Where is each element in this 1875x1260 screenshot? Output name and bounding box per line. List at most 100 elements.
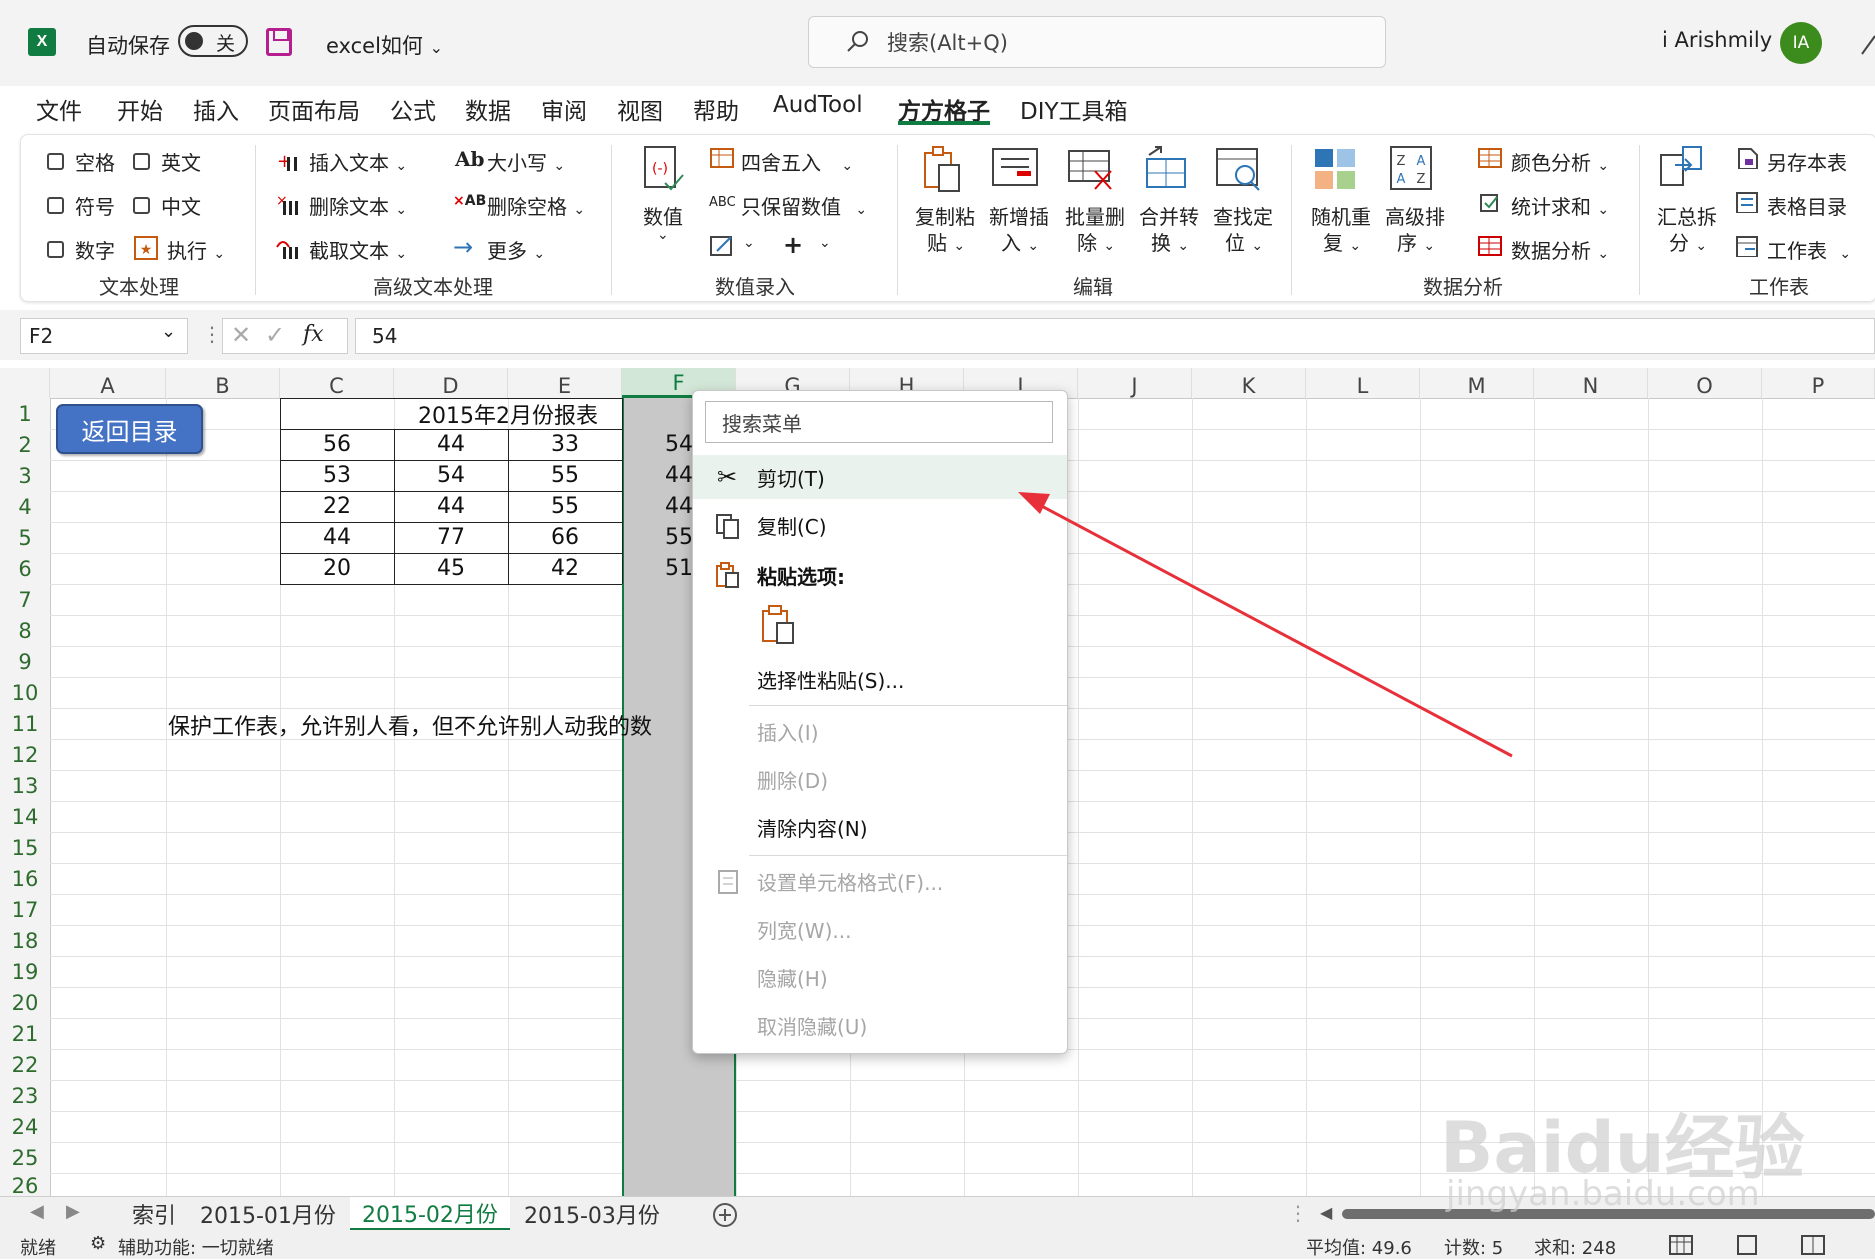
insert-function-icon[interactable]: fx <box>303 322 324 347</box>
row-header[interactable]: 16 <box>0 863 50 894</box>
enter-icon[interactable]: ✓ <box>265 321 285 349</box>
row-header[interactable]: 20 <box>0 987 50 1018</box>
checkbox-symbol[interactable] <box>47 197 64 214</box>
tab-audtool[interactable]: AudTool <box>773 92 863 118</box>
extract-text-button[interactable]: 截取文本 ⌄ <box>309 235 407 264</box>
row-header[interactable]: 14 <box>0 801 50 832</box>
remove-space-button[interactable]: 删除空格 ⌄ <box>487 191 585 220</box>
case-button[interactable]: 大小写 ⌄ <box>487 147 565 176</box>
page-layout-view-icon[interactable] <box>1734 1234 1760 1256</box>
round-button[interactable]: 四舍五入 ⌄ <box>741 147 853 176</box>
normal-view-icon[interactable] <box>1668 1234 1694 1256</box>
keep-values-button[interactable]: 只保留数值 ⌄ <box>741 191 867 220</box>
checkbox-english[interactable] <box>133 153 150 170</box>
sheet-tab-2015-03[interactable]: 2015-03月份 <box>524 1197 660 1231</box>
row-header[interactable]: 17 <box>0 894 50 925</box>
row-header[interactable]: 21 <box>0 1018 50 1049</box>
row-header[interactable]: 22 <box>0 1049 50 1080</box>
more-button[interactable]: 更多 ⌄ <box>487 235 545 264</box>
table-cell[interactable]: 55 <box>508 460 622 491</box>
col-header-a[interactable]: A <box>50 368 166 398</box>
tab-insert[interactable]: 插入 <box>193 92 239 126</box>
col-header-k[interactable]: K <box>1192 368 1306 398</box>
batch-delete-button[interactable]: 批量删 <box>1065 201 1125 230</box>
save-sheet-button[interactable]: 另存本表 <box>1767 147 1847 176</box>
menu-item-delete[interactable]: 删除(D) <box>693 757 1067 801</box>
random-repeat-button[interactable]: 随机重 <box>1311 201 1371 230</box>
scroll-left-icon[interactable]: ◀ <box>1320 1203 1332 1222</box>
row-header[interactable]: 19 <box>0 956 50 987</box>
col-header-l[interactable]: L <box>1306 368 1420 398</box>
col-header-n[interactable]: N <box>1534 368 1648 398</box>
sheet-tab-index[interactable]: 索引 <box>132 1197 176 1231</box>
table-cell[interactable]: 56 <box>280 429 394 460</box>
table-cell[interactable]: 33 <box>508 429 622 460</box>
execute-button[interactable]: 执行 ⌄ <box>167 235 225 264</box>
status-accessibility[interactable]: 辅助功能: 一切就绪 <box>118 1234 274 1260</box>
page-break-view-icon[interactable] <box>1800 1234 1826 1256</box>
table-cell[interactable]: 45 <box>394 553 508 584</box>
pen-icon[interactable] <box>1860 30 1875 56</box>
menu-item-format-cells[interactable]: 设置单元格格式(F)... <box>693 859 1067 903</box>
row-header[interactable]: 12 <box>0 739 50 770</box>
cancel-icon[interactable]: ✕ <box>231 321 251 349</box>
tab-file[interactable]: 文件 <box>36 92 82 126</box>
table-cell[interactable]: 54 <box>394 460 508 491</box>
row-header[interactable]: 15 <box>0 832 50 863</box>
col-header-m[interactable]: M <box>1420 368 1534 398</box>
menu-search-input[interactable]: 搜索菜单 <box>705 401 1053 443</box>
table-cell[interactable]: 20 <box>280 553 394 584</box>
col-header-e[interactable]: E <box>508 368 622 398</box>
formula-input[interactable]: 54 <box>355 318 1875 354</box>
table-cell[interactable]: 44 <box>280 522 394 553</box>
tab-view[interactable]: 视图 <box>617 92 663 126</box>
summary-split-button[interactable]: 汇总拆 <box>1657 201 1717 230</box>
col-header-j[interactable]: J <box>1078 368 1192 398</box>
table-cell[interactable]: 66 <box>508 522 622 553</box>
table-cell[interactable]: 44 <box>394 429 508 460</box>
tab-data[interactable]: 数据 <box>465 92 511 126</box>
merge-convert-button[interactable]: 合并转 <box>1139 201 1199 230</box>
row-header[interactable]: 4 <box>0 491 50 522</box>
row-header[interactable]: 26 <box>0 1173 50 1198</box>
row-header[interactable]: 11 <box>0 708 50 739</box>
advanced-sort-button[interactable]: 高级排 <box>1385 201 1445 230</box>
menu-item-column-width[interactable]: 列宽(W)... <box>693 907 1067 951</box>
file-name[interactable]: excel如何 ⌄ <box>326 30 443 60</box>
prev-sheet-icon[interactable]: ◀ <box>30 1201 44 1222</box>
search-box[interactable]: 搜索(Alt+Q) <box>808 16 1386 68</box>
sheet-tab-2015-01[interactable]: 2015-01月份 <box>200 1197 336 1231</box>
col-header-b[interactable]: B <box>166 368 280 398</box>
table-cell[interactable]: 42 <box>508 553 622 584</box>
tab-page-layout[interactable]: 页面布局 <box>268 92 360 126</box>
row-header[interactable]: 24 <box>0 1111 50 1142</box>
color-analysis-button[interactable]: 颜色分析 ⌄ <box>1511 147 1609 176</box>
table-cell[interactable]: 44 <box>394 491 508 522</box>
tab-formulas[interactable]: 公式 <box>390 92 436 126</box>
back-to-index-button[interactable]: 返回目录 <box>56 404 203 454</box>
value-button[interactable]: 数值 <box>643 201 683 230</box>
save-icon[interactable] <box>266 28 292 56</box>
copy-paste-button[interactable]: 复制粘 <box>915 201 975 230</box>
checkbox-space[interactable] <box>47 153 64 170</box>
tab-review[interactable]: 审阅 <box>541 92 587 126</box>
row-header[interactable]: 25 <box>0 1142 50 1173</box>
insert-text-button[interactable]: 插入文本 ⌄ <box>309 147 407 176</box>
next-sheet-icon[interactable]: ▶ <box>66 1201 80 1222</box>
menu-item-hide[interactable]: 隐藏(H) <box>693 955 1067 999</box>
row-header[interactable]: 10 <box>0 677 50 708</box>
select-all-corner[interactable] <box>0 368 50 398</box>
row-header[interactable]: 18 <box>0 925 50 956</box>
table-cell[interactable]: 53 <box>280 460 394 491</box>
menu-item-copy[interactable]: 复制(C) <box>693 503 1067 547</box>
worksheet-button[interactable]: 工作表 ⌄ <box>1767 235 1851 264</box>
row-header[interactable]: 2 <box>0 429 50 460</box>
add-sheet-icon[interactable] <box>712 1202 738 1228</box>
table-cell[interactable]: 77 <box>394 522 508 553</box>
chevron-down-icon[interactable]: ⌄ <box>743 235 755 251</box>
chevron-down-icon[interactable]: ⌄ <box>819 235 831 251</box>
menu-item-unhide[interactable]: 取消隐藏(U) <box>693 1003 1067 1047</box>
delete-text-button[interactable]: 删除文本 ⌄ <box>309 191 407 220</box>
row-header[interactable]: 13 <box>0 770 50 801</box>
table-cell[interactable]: 55 <box>508 491 622 522</box>
